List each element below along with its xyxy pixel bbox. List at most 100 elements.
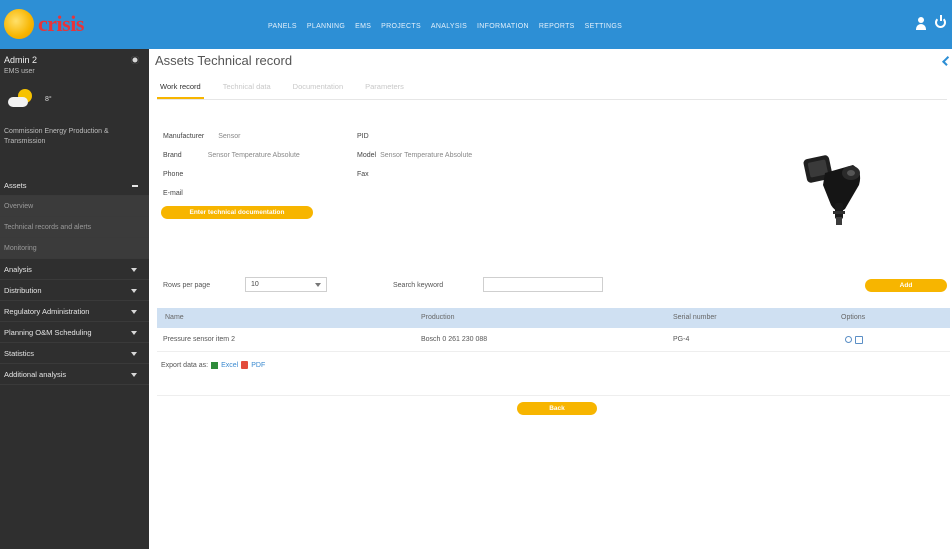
temperature: 8°: [45, 96, 52, 103]
column-header-serial[interactable]: Serial number: [673, 308, 717, 328]
export-bar: Export data as: Excel PDF: [161, 361, 265, 369]
table-row[interactable]: Pressure sensor item 2 Bosch 0 261 230 0…: [157, 328, 950, 352]
manufacturer-field: Manufacturer Sensor: [163, 133, 240, 140]
main-content: Assets Technical record Work record Tech…: [149, 49, 952, 549]
chevron-down-icon: [131, 268, 137, 272]
sidebar-item-overview[interactable]: Overview: [0, 196, 149, 217]
chevron-down-icon: [131, 289, 137, 293]
model-field: Model Sensor Temperature Absolute: [357, 152, 472, 159]
tab-technical-data[interactable]: Technical data: [220, 81, 274, 99]
phone-label: Phone: [163, 171, 184, 178]
column-header-name[interactable]: Name: [165, 308, 184, 328]
top-bar: crisis PANELS PLANNING EMS PROJECTS ANAL…: [0, 0, 952, 49]
sidebar-item-label: Distribution: [4, 286, 42, 295]
nav-reports[interactable]: REPORTS: [539, 23, 575, 30]
sensor-image: [801, 145, 871, 235]
tabs: Work record Technical data Documentation…: [157, 81, 407, 99]
phone-field: Phone: [163, 171, 197, 178]
export-excel-link[interactable]: Excel: [221, 362, 238, 369]
sidebar-item-monitoring[interactable]: Monitoring: [0, 238, 149, 259]
cell-production: Bosch 0 261 230 088: [421, 336, 488, 343]
add-button[interactable]: Add: [865, 279, 947, 292]
sidebar-item-label: Analysis: [4, 265, 32, 274]
sidebar-item-planning[interactable]: Planning O&M Scheduling: [0, 322, 149, 343]
sidebar-item-technical-records[interactable]: Technical records and alerts: [0, 217, 149, 238]
sidebar-item-label: Statistics: [4, 349, 35, 358]
assets-table: Name Production Serial number Options Pr…: [157, 308, 950, 352]
sun-logo-icon: [4, 9, 34, 39]
tab-parameters[interactable]: Parameters: [362, 81, 407, 99]
user-icon[interactable]: [916, 17, 926, 30]
cell-serial: PG-4: [673, 336, 690, 343]
user-location: Commission Energy Production & Transmiss…: [4, 128, 109, 145]
export-pdf-link[interactable]: PDF: [251, 362, 265, 369]
sidebar-item-label: Technical records and alerts: [4, 224, 92, 231]
pid-label: PID: [357, 133, 369, 140]
edit-icon[interactable]: [855, 336, 863, 344]
column-header-production[interactable]: Production: [421, 308, 454, 328]
technical-documentation-button[interactable]: Enter technical documentation: [161, 206, 313, 219]
table-header: Name Production Serial number Options: [157, 308, 950, 328]
sidebar-item-label: Monitoring: [4, 245, 37, 252]
gear-icon[interactable]: [131, 56, 139, 64]
column-header-options: Options: [841, 314, 866, 321]
model-label: Model: [357, 152, 377, 159]
excel-icon[interactable]: [211, 361, 219, 369]
search-label: Search keyword: [393, 282, 444, 289]
view-icon[interactable]: [845, 336, 852, 343]
user-name: Admin 2: [4, 55, 38, 65]
nav-information[interactable]: INFORMATION: [477, 23, 529, 30]
manufacturer-value: Sensor: [218, 133, 241, 140]
rows-per-page-select[interactable]: 10: [245, 277, 327, 292]
nav-projects[interactable]: PROJECTS: [381, 23, 421, 30]
tab-documentation[interactable]: Documentation: [290, 81, 346, 99]
sidebar: Admin 2 EMS user 8° Commission Energy Pr…: [0, 49, 149, 549]
chevron-down-icon: [131, 373, 137, 377]
back-button[interactable]: Back: [517, 402, 597, 415]
nav-ems[interactable]: EMS: [355, 23, 371, 30]
sidebar-item-analysis[interactable]: Analysis: [0, 259, 149, 280]
brand-label: Brand: [163, 152, 182, 159]
sidebar-item-assets[interactable]: Assets: [0, 175, 149, 196]
sidebar-item-label: Regulatory Administration: [4, 307, 90, 316]
export-label: Export data as:: [161, 361, 209, 369]
sidebar-item-label: Overview: [4, 203, 34, 210]
logo[interactable]: crisis: [4, 9, 84, 39]
nav-planning[interactable]: PLANNING: [307, 23, 345, 30]
sidebar-item-distribution[interactable]: Distribution: [0, 280, 149, 301]
manufacturer-label: Manufacturer: [163, 133, 205, 140]
sidebar-item-label: Assets: [4, 181, 27, 190]
email-label: E-mail: [163, 190, 183, 197]
content-divider: [157, 395, 950, 396]
cell-name: Pressure sensor item 2: [163, 336, 235, 343]
brand-value: Sensor Temperature Absolute: [207, 152, 300, 159]
chevron-down-icon: [131, 310, 137, 314]
search-input[interactable]: [483, 277, 603, 292]
rows-per-page-value: 10: [251, 281, 259, 288]
pdf-icon[interactable]: [241, 361, 249, 369]
page-title: Assets Technical record: [155, 53, 293, 68]
user-role: EMS user: [4, 68, 35, 75]
tab-work-record[interactable]: Work record: [157, 81, 204, 99]
chevron-down-icon: [131, 331, 137, 335]
fax-label: Fax: [357, 171, 369, 178]
fax-field: Fax: [357, 171, 383, 178]
sidebar-item-label: Additional analysis: [4, 370, 67, 379]
tabs-divider: [157, 99, 947, 100]
nav-panels[interactable]: PANELS: [268, 23, 297, 30]
nav-settings[interactable]: SETTINGS: [585, 23, 622, 30]
power-icon[interactable]: [935, 15, 946, 28]
sidebar-item-label: Planning O&M Scheduling: [4, 328, 92, 337]
logo-text: crisis: [38, 11, 84, 36]
pid-field: PID: [357, 133, 383, 140]
sidebar-item-regulatory[interactable]: Regulatory Administration: [0, 301, 149, 322]
back-arrow-icon[interactable]: [942, 56, 952, 66]
nav-analysis[interactable]: ANALYSIS: [431, 23, 467, 30]
sidebar-item-additional-analysis[interactable]: Additional analysis: [0, 364, 149, 385]
collapse-icon: [132, 185, 138, 187]
sidebar-item-statistics[interactable]: Statistics: [0, 343, 149, 364]
chevron-down-icon: [315, 283, 321, 287]
weather-icon: [8, 89, 34, 111]
email-field: E-mail: [163, 190, 197, 197]
brand-field: Brand Sensor Temperature Absolute: [163, 152, 300, 159]
